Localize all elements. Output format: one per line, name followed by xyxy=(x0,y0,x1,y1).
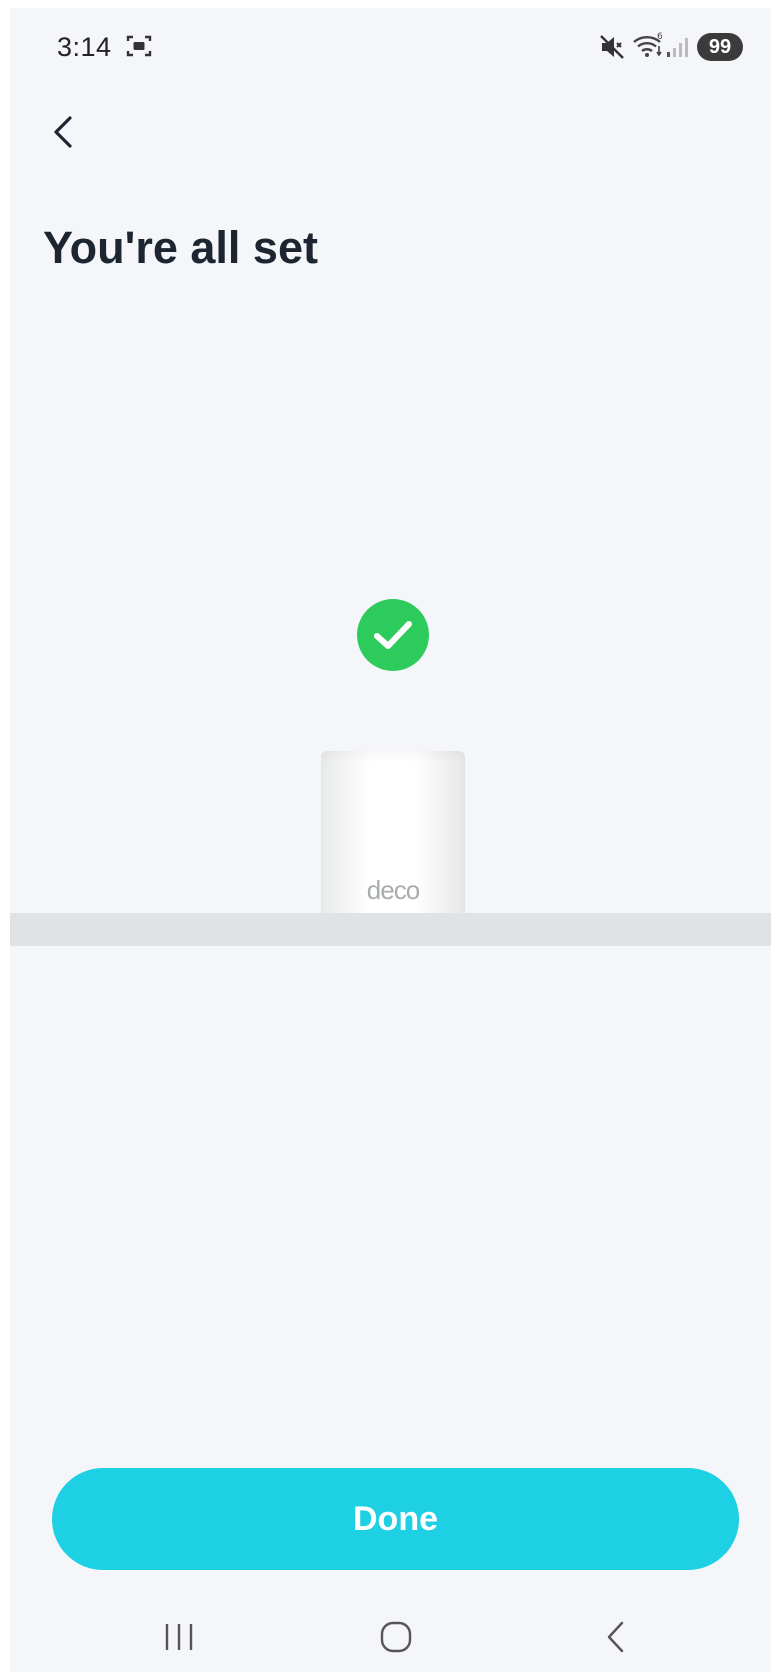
signal-icon xyxy=(666,36,690,63)
deco-device-image: deco xyxy=(321,751,465,914)
app-screen: 3:14 6 99 You're all set deco Done xyxy=(10,8,771,1672)
status-time: 3:14 xyxy=(57,32,112,62)
mute-icon xyxy=(599,34,625,65)
chevron-left-icon xyxy=(54,116,72,148)
home-icon[interactable] xyxy=(379,1620,413,1659)
wifi-icon: 6 xyxy=(632,30,664,65)
shelf xyxy=(10,913,771,946)
done-button[interactable]: Done xyxy=(52,1468,739,1570)
screenshot-icon xyxy=(126,34,152,63)
status-bar: 3:14 6 99 xyxy=(10,8,771,88)
recents-icon[interactable] xyxy=(162,1622,196,1657)
back-button[interactable] xyxy=(36,104,96,164)
page-title: You're all set xyxy=(43,222,318,273)
deco-logo: deco xyxy=(366,875,420,905)
svg-text:6: 6 xyxy=(657,32,663,42)
back-icon[interactable] xyxy=(600,1620,634,1659)
check-circle-icon xyxy=(356,598,430,677)
battery-indicator: 99 xyxy=(697,33,743,61)
